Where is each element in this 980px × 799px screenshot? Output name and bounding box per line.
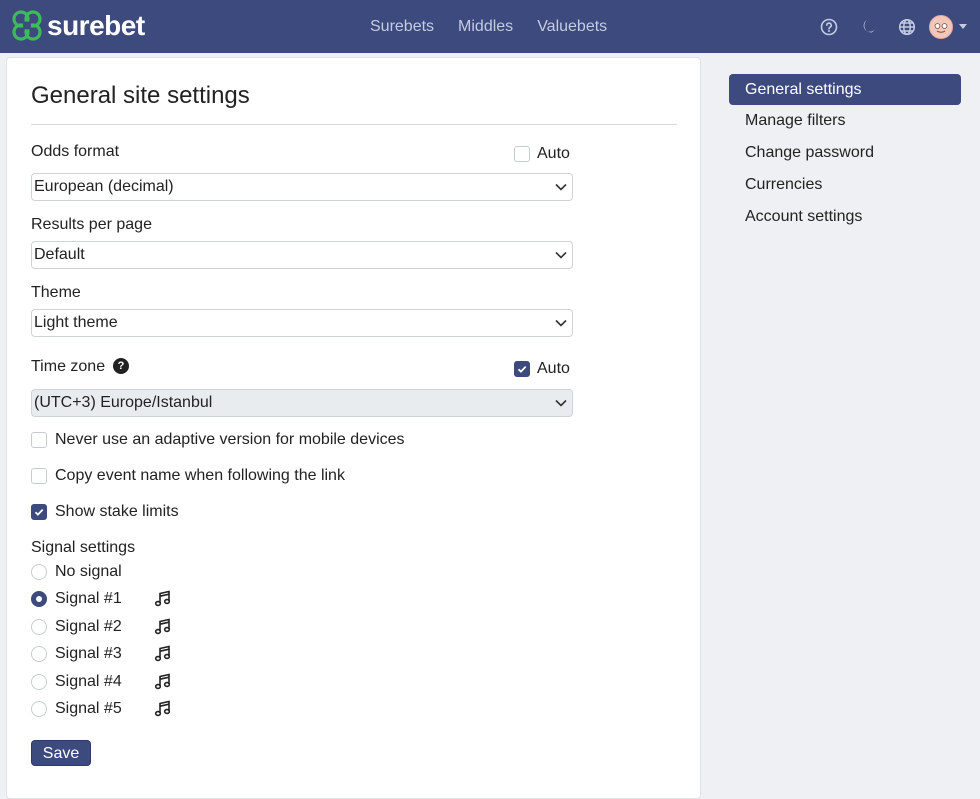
theme-select[interactable]: Light theme [31,309,573,337]
logo[interactable]: surebet [9,8,145,44]
copy-event-name-label: Copy event name when following the link [55,467,345,484]
time-zone-value: (UTC+3) Europe/Istanbul [34,394,213,411]
nav-surebets[interactable]: Surebets [370,18,434,36]
results-per-page-label: Results per page [31,216,152,233]
header-icons [809,0,970,53]
signal-radio-none[interactable] [31,564,47,580]
odds-auto-label: Auto [537,145,570,162]
top-navbar: surebet Surebets Middles Valuebets [0,0,980,53]
signal-radio-4[interactable] [31,674,47,690]
chevron-down-icon [555,183,567,191]
settings-sidebar: General settings Manage filters Change p… [729,74,961,233]
chevron-down-icon [555,251,567,259]
signal-radio-2[interactable] [31,619,47,635]
main-nav: Surebets Middles Valuebets [358,0,619,53]
signal-label-1: Signal #1 [55,590,122,607]
settings-card: General site settings Odds format Auto E… [6,57,701,799]
signal-radio-5[interactable] [31,701,47,717]
globe-icon [898,18,915,35]
chevron-down-icon [555,319,567,327]
save-button[interactable]: Save [31,740,91,766]
odds-format-label: Odds format [31,143,120,160]
signal-label-none: No signal [55,563,122,580]
language-button[interactable] [887,0,926,53]
timezone-auto-label: Auto [537,360,570,377]
clover-icon [12,10,42,41]
music-note-icon[interactable] [154,645,172,663]
page-title: General site settings [31,82,250,109]
time-zone-label: Time zone [31,358,106,375]
timezone-auto-checkbox[interactable] [514,361,530,377]
theme-toggle-button[interactable] [848,0,887,53]
adaptive-version-checkbox[interactable] [31,432,47,448]
results-per-page-value: Default [34,246,85,263]
time-zone-select[interactable]: (UTC+3) Europe/Istanbul [31,389,573,417]
signal-label-4: Signal #4 [55,673,122,690]
show-stake-limits-label: Show stake limits [55,503,179,520]
sidebar-item-general-settings[interactable]: General settings [729,74,961,105]
chevron-down-icon [959,24,967,29]
signal-radio-1[interactable] [31,591,47,607]
signal-settings-heading: Signal settings [31,539,136,556]
odds-auto-checkbox[interactable] [514,146,530,162]
music-note-icon[interactable] [154,700,172,718]
nav-middles[interactable]: Middles [458,18,513,36]
help-icon[interactable]: ? [113,358,129,374]
music-note-icon[interactable] [154,673,172,691]
sidebar-item-currencies[interactable]: Currencies [729,169,961,201]
results-per-page-select[interactable]: Default [31,241,573,269]
odds-format-select[interactable]: European (decimal) [31,173,573,201]
adaptive-version-label: Never use an adaptive version for mobile… [55,431,405,448]
nav-valuebets[interactable]: Valuebets [537,18,607,36]
theme-label: Theme [31,284,81,301]
logo-text: surebet [47,10,145,41]
avatar [929,14,953,39]
copy-event-name-checkbox[interactable] [31,468,47,484]
user-menu[interactable] [926,0,970,53]
chevron-down-icon [555,399,567,407]
help-button[interactable] [809,0,848,53]
signal-label-3: Signal #3 [55,645,122,662]
signal-label-2: Signal #2 [55,618,122,635]
music-note-icon[interactable] [154,590,172,608]
music-note-icon[interactable] [154,618,172,636]
signal-radio-3[interactable] [31,646,47,662]
sidebar-item-account-settings[interactable]: Account settings [729,201,961,233]
title-divider [31,124,677,125]
theme-value: Light theme [34,314,118,331]
sidebar-item-manage-filters[interactable]: Manage filters [729,105,961,137]
moon-icon [863,19,874,33]
show-stake-limits-checkbox[interactable] [31,504,47,520]
odds-format-value: European (decimal) [34,178,174,195]
sidebar-item-change-password[interactable]: Change password [729,137,961,169]
signal-label-5: Signal #5 [55,700,122,717]
help-icon [820,18,837,35]
